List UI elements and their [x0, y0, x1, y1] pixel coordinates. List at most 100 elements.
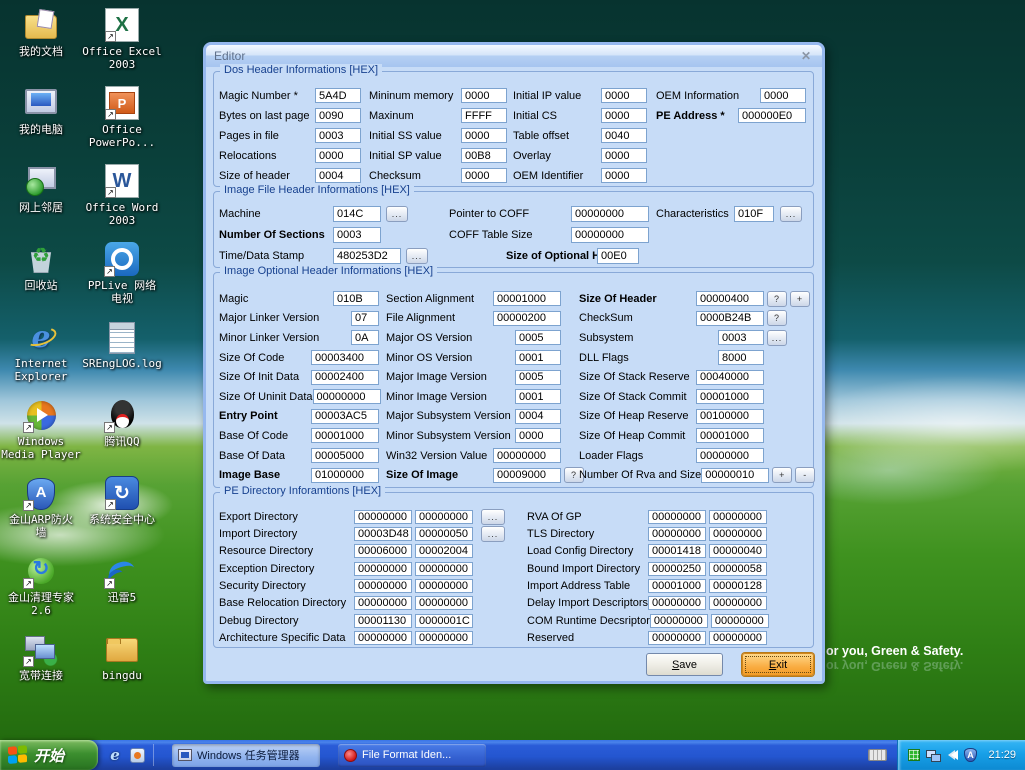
hex-input[interactable]: [696, 291, 764, 306]
desktop-icon-qq[interactable]: ↗腾讯QQ: [82, 394, 162, 472]
hex-input[interactable]: [461, 108, 507, 123]
desktop-icon-arp-firewall[interactable]: ↗金山ARP防火 墙: [0, 472, 82, 550]
hex-input[interactable]: [701, 468, 769, 483]
tray-green-grid-icon[interactable]: [908, 749, 920, 761]
hex-input[interactable]: [601, 148, 647, 163]
hex-input[interactable]: [718, 330, 764, 345]
hex-input[interactable]: [311, 468, 379, 483]
tray-network-icon[interactable]: [926, 750, 940, 761]
hex-input[interactable]: [709, 527, 767, 541]
field-action-button[interactable]: +: [790, 291, 810, 307]
machine-more-button[interactable]: ...: [386, 206, 408, 222]
field-action-button[interactable]: ...: [767, 330, 787, 346]
desktop-icon-my-computer[interactable]: 我的电脑: [0, 82, 82, 160]
hex-input[interactable]: [415, 527, 473, 541]
tray-security-shield-icon[interactable]: A: [964, 748, 977, 762]
field-action-button[interactable]: ?: [767, 310, 787, 326]
desktop-icon-network-places[interactable]: 网上邻居: [0, 160, 82, 238]
hex-input[interactable]: [415, 510, 473, 524]
hex-input[interactable]: [601, 128, 647, 143]
hex-input[interactable]: [461, 148, 507, 163]
desktop-icon-pplive[interactable]: ↗PPLive 网络 电视: [82, 238, 162, 316]
close-icon[interactable]: [798, 48, 814, 64]
directory-more-button[interactable]: ...: [481, 509, 505, 525]
hex-input[interactable]: [601, 108, 647, 123]
hex-input[interactable]: [311, 350, 379, 365]
hex-input[interactable]: [315, 148, 361, 163]
desktop-icon-cleaner[interactable]: ↗金山清理专家 2.6: [0, 550, 82, 628]
hex-input[interactable]: [415, 544, 473, 558]
hex-input[interactable]: [709, 544, 767, 558]
hex-input[interactable]: [493, 311, 561, 326]
directory-more-button[interactable]: ...: [481, 526, 505, 542]
hex-input[interactable]: [461, 168, 507, 183]
start-button[interactable]: 开始: [0, 740, 98, 770]
hex-input[interactable]: [709, 596, 767, 610]
taskbar-task-task-manager[interactable]: Windows 任务管理器: [172, 744, 320, 767]
hex-input[interactable]: [354, 544, 412, 558]
hex-input[interactable]: [650, 614, 708, 628]
hex-input[interactable]: [351, 330, 379, 345]
desktop-icon-media-player[interactable]: ↗Windows Media Player: [0, 394, 82, 472]
desktop-icon-security-center[interactable]: ↗系统安全中心: [82, 472, 162, 550]
hex-input[interactable]: [734, 206, 774, 222]
hex-input[interactable]: [738, 108, 806, 123]
hex-input[interactable]: [597, 248, 639, 264]
hex-input[interactable]: [648, 579, 706, 593]
hex-input[interactable]: [648, 631, 706, 645]
hex-input[interactable]: [415, 579, 473, 593]
hex-input[interactable]: [311, 428, 379, 443]
hex-input[interactable]: [648, 562, 706, 576]
hex-input[interactable]: [333, 206, 381, 222]
desktop-icon-broadband[interactable]: ↗宽带连接: [0, 628, 82, 706]
desktop-icon-word[interactable]: ↗Office Word 2003: [82, 160, 162, 238]
hex-input[interactable]: [696, 409, 764, 424]
hex-input[interactable]: [315, 108, 361, 123]
hex-input[interactable]: [696, 428, 764, 443]
hex-input[interactable]: [315, 128, 361, 143]
hex-input[interactable]: [648, 544, 706, 558]
hex-input[interactable]: [696, 370, 764, 385]
field-action-button[interactable]: +: [772, 467, 792, 483]
hex-input[interactable]: [354, 631, 412, 645]
hex-input[interactable]: [515, 389, 561, 404]
hex-input[interactable]: [333, 227, 381, 243]
hex-input[interactable]: [311, 448, 379, 463]
hex-input[interactable]: [333, 248, 401, 264]
hex-input[interactable]: [709, 510, 767, 524]
hex-input[interactable]: [493, 468, 561, 483]
hex-input[interactable]: [415, 596, 473, 610]
desktop-icon-internet-explorer[interactable]: Internet Explorer: [0, 316, 82, 394]
hex-input[interactable]: [648, 527, 706, 541]
hex-input[interactable]: [354, 510, 412, 524]
hex-input[interactable]: [415, 631, 473, 645]
hex-input[interactable]: [709, 579, 767, 593]
hex-input[interactable]: [696, 311, 764, 326]
exit-button[interactable]: Exit: [742, 653, 814, 676]
quick-launch-icon-2[interactable]: [130, 748, 145, 763]
field-action-button[interactable]: -: [795, 467, 815, 483]
hex-input[interactable]: [601, 88, 647, 103]
hex-input[interactable]: [461, 128, 507, 143]
hex-input[interactable]: [515, 350, 561, 365]
hex-input[interactable]: [515, 409, 561, 424]
hex-input[interactable]: [415, 614, 473, 628]
input-method-keyboard-icon[interactable]: [868, 749, 887, 761]
hex-input[interactable]: [760, 88, 806, 103]
quick-launch-ie-icon[interactable]: [106, 746, 124, 764]
field-action-button[interactable]: ?: [767, 291, 787, 307]
desktop-icon-log-file[interactable]: SREngLOG.log: [82, 316, 162, 394]
hex-input[interactable]: [493, 448, 561, 463]
characteristics-more-button[interactable]: ...: [780, 206, 802, 222]
hex-input[interactable]: [313, 389, 381, 404]
taskbar-task-file-format[interactable]: File Format Iden...: [338, 744, 486, 767]
hex-input[interactable]: [311, 370, 379, 385]
hex-input[interactable]: [351, 311, 379, 326]
hex-input[interactable]: [315, 168, 361, 183]
hex-input[interactable]: [493, 291, 561, 306]
hex-input[interactable]: [354, 527, 412, 541]
hex-input[interactable]: [571, 227, 649, 243]
hex-input[interactable]: [311, 409, 379, 424]
hex-input[interactable]: [571, 206, 649, 222]
hex-input[interactable]: [696, 389, 764, 404]
